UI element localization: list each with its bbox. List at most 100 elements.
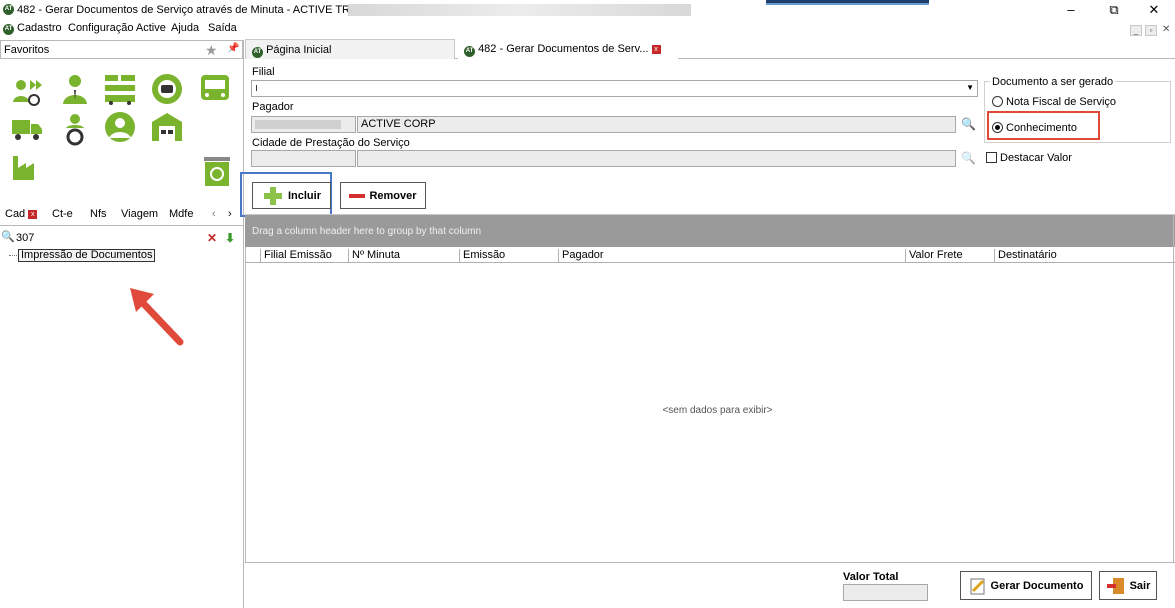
document-tabs: AT Página Inicial AT 482 - Gerar Documen…	[245, 38, 1175, 59]
cidade-code-field[interactable]	[251, 150, 356, 167]
tab-cad-label: Cad	[5, 208, 26, 220]
plus-icon	[263, 186, 282, 205]
executive-icon[interactable]	[58, 72, 92, 106]
documento-label: Documento a ser gerado	[990, 76, 1116, 88]
go-down-arrow-icon[interactable]: ⬇	[225, 231, 235, 245]
menu-ajuda[interactable]: Ajuda	[171, 22, 199, 34]
group-by-panel[interactable]: Drag a column header here to group by th…	[245, 215, 1175, 247]
valor-total-field	[843, 584, 928, 601]
remover-button[interactable]: Remover	[340, 182, 426, 209]
mdi-close-icon[interactable]: ✕	[1162, 24, 1170, 35]
col-emissao[interactable]: Emissão	[459, 249, 559, 263]
title-redacted	[348, 4, 691, 16]
window-title: 482 - Gerar Documentos de Serviço atravé…	[17, 4, 380, 16]
tree-connector	[9, 255, 17, 256]
annotation-arrow-icon	[130, 288, 184, 346]
favorites-bar: Favoritos ★ 📌	[0, 40, 243, 59]
clear-search-icon[interactable]: ✕	[207, 231, 217, 245]
remover-label: Remover	[369, 189, 417, 202]
tab-logo-icon: AT	[464, 46, 475, 57]
destacar-label: Destacar Valor	[1000, 152, 1072, 164]
star-icon[interactable]: ★	[205, 42, 218, 59]
tab-nfs[interactable]: Nfs	[90, 208, 107, 220]
mdi-restore-icon[interactable]: ▫	[1145, 25, 1157, 36]
pagador-label: Pagador	[252, 101, 294, 113]
filial-label: Filial	[252, 66, 275, 78]
driver-icon[interactable]	[58, 112, 92, 146]
truck-icon[interactable]	[10, 112, 44, 146]
user-forward-icon[interactable]	[10, 74, 44, 108]
radio-nfs-label: Nota Fiscal de Serviço	[1006, 96, 1117, 108]
col-destinatario[interactable]: Destinatário	[994, 249, 1175, 263]
gerar-documento-label: Gerar Documento	[990, 579, 1084, 592]
footer-bar: Valor Total Gerar Documento Sair	[245, 563, 1175, 608]
favorites-label: Favoritos	[4, 44, 50, 56]
pagador-search-icon[interactable]: 🔍	[960, 116, 977, 133]
pagador-name-field[interactable]: ACTIVE CORP	[357, 116, 956, 133]
tab-gerar-documentos[interactable]: AT 482 - Gerar Documentos de Serv... x	[458, 39, 678, 59]
tab-mdfe[interactable]: Mdfe	[169, 208, 193, 220]
pagador-code-redacted	[255, 120, 341, 129]
shortcut-icons	[0, 60, 243, 205]
menu-cadastro[interactable]: Cadastro	[17, 22, 62, 34]
mdi-minimize-icon[interactable]: _	[1130, 25, 1142, 36]
grid-header: Filial Emissão Nº Minuta Emissão Pagador…	[245, 247, 1175, 263]
pin-icon[interactable]: 📌	[227, 43, 239, 54]
tab-cte[interactable]: Ct-e	[52, 208, 73, 220]
menu-logo-icon: AT	[3, 24, 14, 35]
tab-cad[interactable]: Cad x	[5, 208, 38, 220]
warehouse-icon[interactable]	[150, 110, 184, 144]
tree-item-impressao[interactable]: Impressão de Documentos	[18, 249, 156, 262]
recycle-bin-icon[interactable]	[200, 155, 234, 189]
close-tab-icon[interactable]: x	[651, 44, 661, 54]
incluir-label: Incluir	[287, 189, 321, 202]
search-row: 🔍 307 ✕ ⬇	[0, 230, 243, 247]
chevron-down-icon[interactable]: ▼	[966, 83, 974, 92]
minus-icon	[349, 193, 366, 198]
fleet-trucks-icon[interactable]	[103, 72, 137, 106]
menu-configuracao[interactable]: Configuração Active	[68, 22, 166, 34]
title-accent-bar	[766, 0, 929, 5]
panel-separator	[243, 40, 244, 608]
cidade-label: Cidade de Prestação do Serviço	[252, 137, 410, 149]
col-minuta[interactable]: Nº Minuta	[348, 249, 460, 263]
maximize-button[interactable]: ⧉	[1096, 0, 1132, 20]
sair-label: Sair	[1129, 579, 1151, 592]
destacar-checkbox[interactable]	[986, 152, 997, 163]
app-logo-icon: AT	[3, 4, 14, 15]
driver-wheel-icon[interactable]	[103, 110, 137, 144]
cidade-name-field[interactable]	[357, 150, 956, 167]
incluir-button[interactable]: Incluir	[252, 182, 331, 209]
tab-pagina-inicial-label: Página Inicial	[266, 44, 332, 56]
filial-select[interactable]: ı ▼	[251, 80, 978, 97]
tab-pagina-inicial[interactable]: AT Página Inicial	[245, 39, 455, 59]
document-edit-icon	[970, 578, 985, 594]
radio-nfs[interactable]	[992, 96, 1003, 107]
search-icon: 🔍	[1, 231, 15, 243]
close-tab-icon[interactable]: x	[28, 209, 38, 219]
empty-grid-message: <sem dados para exibir>	[662, 405, 773, 416]
menu-saida[interactable]: Saída	[208, 22, 237, 34]
star-vehicle-icon[interactable]	[150, 72, 184, 106]
col-valor-frete[interactable]: Valor Frete	[905, 249, 995, 263]
valor-total-label: Valor Total	[843, 571, 899, 583]
col-pagador[interactable]: Pagador	[558, 249, 906, 263]
title-bar: AT 482 - Gerar Documentos de Serviço atr…	[0, 0, 1175, 20]
filial-cursor: ı	[255, 82, 259, 94]
menu-bar: AT Cadastro Configuração Active Ajuda Sa…	[0, 20, 1175, 38]
minimize-button[interactable]: –	[1053, 0, 1089, 20]
cidade-search-icon[interactable]: 🔍	[960, 150, 977, 167]
tab-scroll-left-icon[interactable]: ‹	[212, 208, 216, 220]
bus-icon[interactable]	[198, 72, 232, 106]
close-button[interactable]: ✕	[1136, 0, 1172, 20]
col-filial-emissao[interactable]: Filial Emissão	[260, 249, 348, 263]
left-tabs: Cad x Ct-e Nfs Viagem Mdfe ‹ ›	[0, 205, 243, 226]
sair-button[interactable]: Sair	[1099, 571, 1157, 600]
tab-scroll-right-icon[interactable]: ›	[228, 208, 232, 220]
gerar-documento-button[interactable]: Gerar Documento	[960, 571, 1092, 600]
tab-viagem[interactable]: Viagem	[121, 208, 158, 220]
search-input[interactable]: 307	[16, 232, 34, 244]
pagador-code-field[interactable]	[251, 116, 356, 133]
exit-door-icon	[1106, 577, 1124, 594]
factory-icon[interactable]	[10, 150, 44, 184]
